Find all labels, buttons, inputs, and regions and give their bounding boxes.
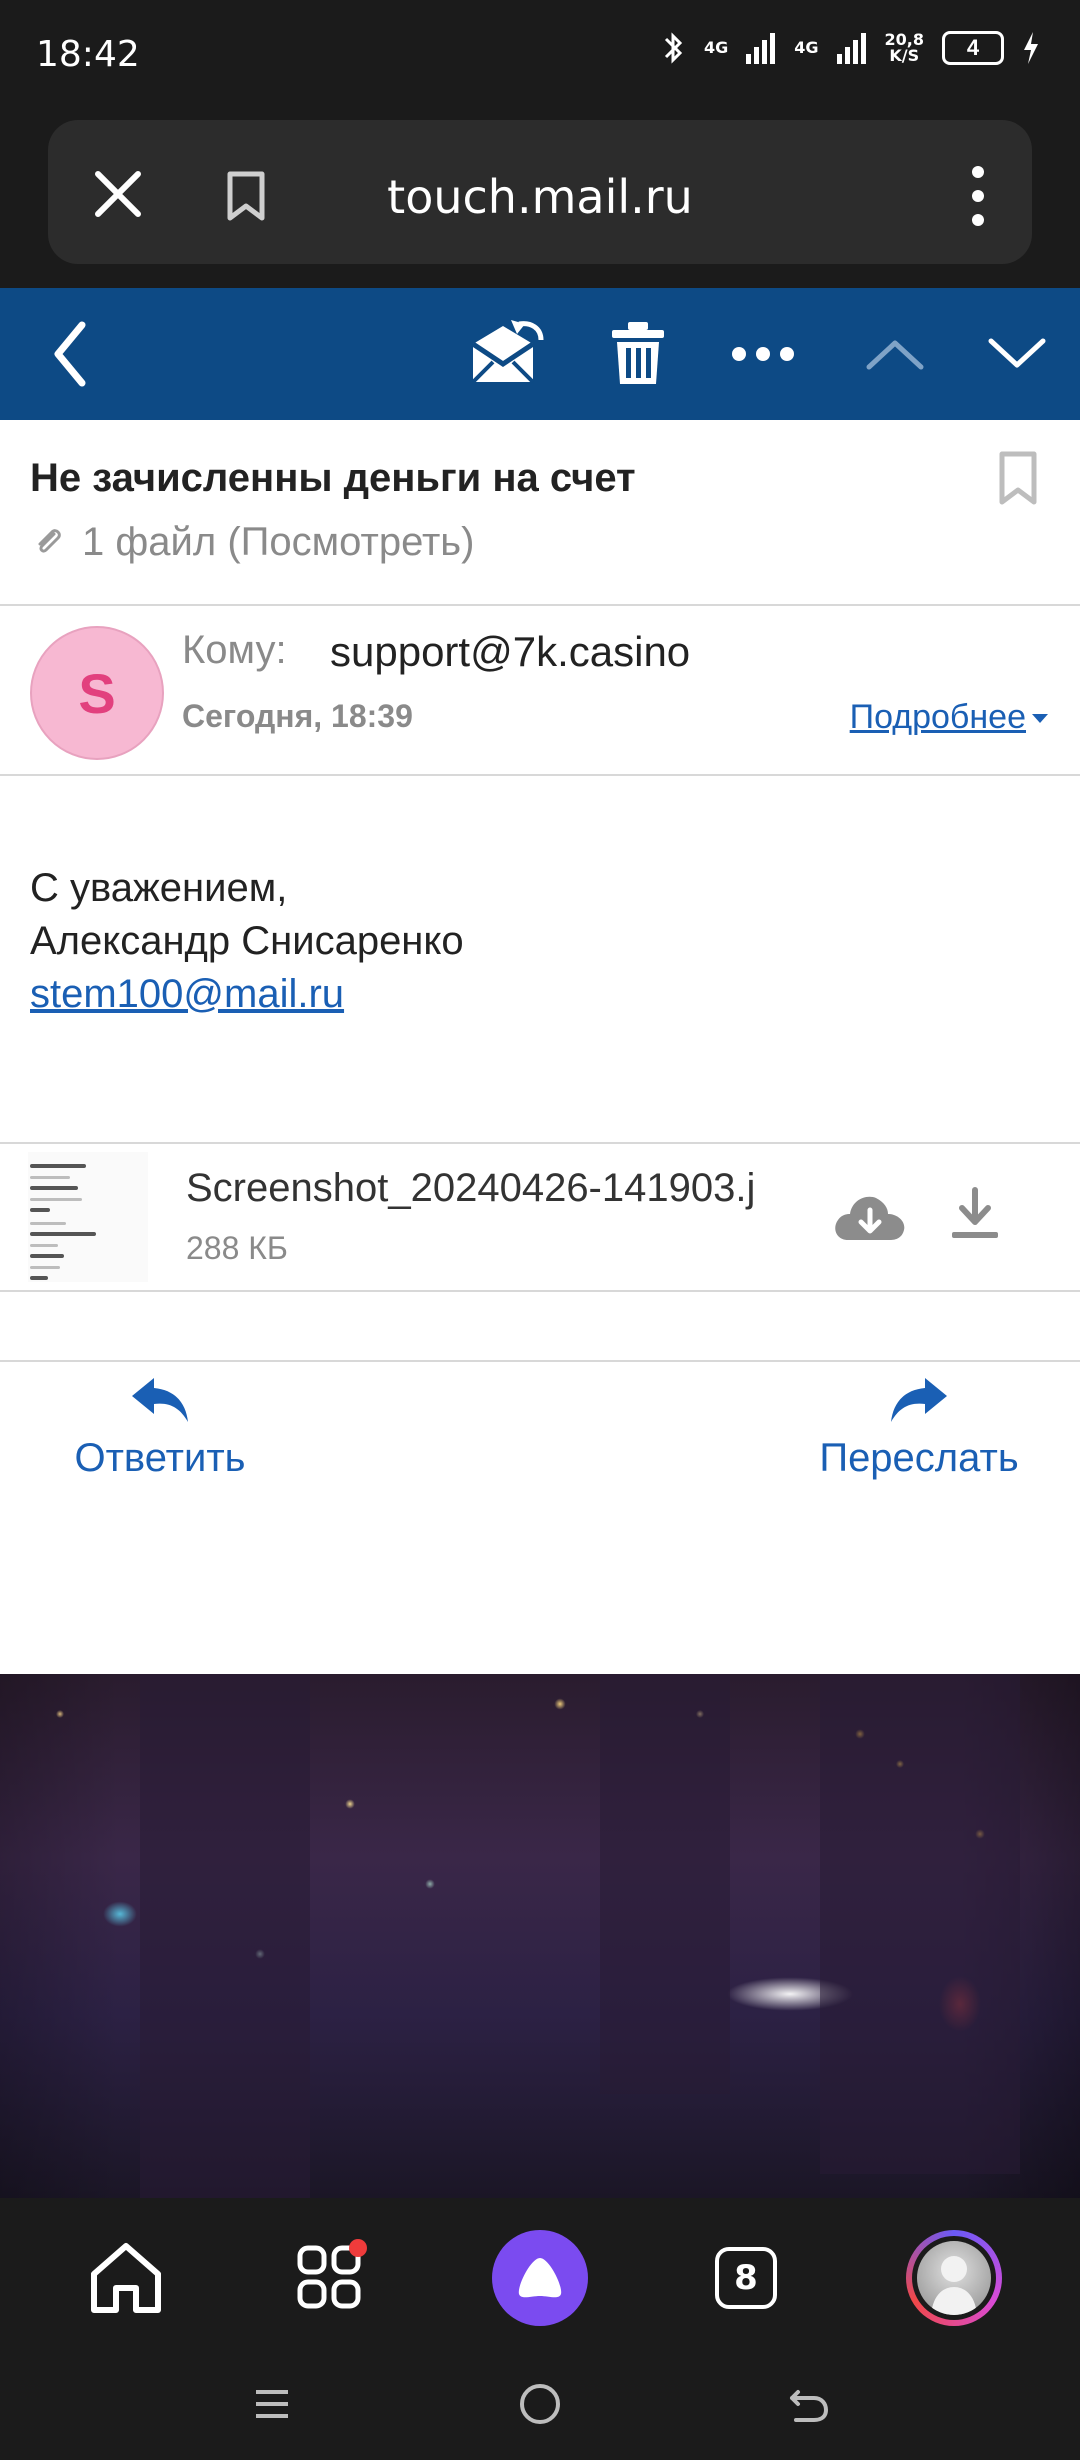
address-bar[interactable]: touch.mail.ru [48,120,1032,264]
sender-section: S Кому: support@7k.casino Сегодня, 18:39… [0,606,1080,776]
network-type-2: 4G [794,38,819,57]
speed-unit: K/S [889,46,920,65]
profile-button[interactable] [904,2228,1004,2328]
browser-bar: touch.mail.ru [0,110,1080,288]
reply-label: Ответить [74,1436,246,1480]
status-time: 18:42 [36,34,140,75]
signal-icon-2 [836,33,866,64]
home-circle-icon [520,2384,560,2424]
network-type-1: 4G [703,38,729,57]
tabs-button[interactable]: 8 [696,2228,796,2328]
back-button[interactable] [40,288,100,420]
url-text[interactable]: touch.mail.ru [48,170,1032,224]
chevron-down-icon [988,338,1046,368]
bluetooth-icon [664,32,683,64]
charging-icon [1024,32,1038,64]
system-navigation-bar [0,2348,1080,2460]
wallpaper-building [140,1674,310,2198]
back-arrow-icon [790,2390,828,2422]
avatar-letter: S [78,661,116,725]
battery-indicator: 4 [942,31,1004,65]
recent-apps-icon [256,2390,288,2418]
attachments-summary-text: 1 файл (Посмотреть) [82,520,475,564]
chevron-up-icon [866,340,924,370]
paperclip-icon [38,528,61,553]
save-to-cloud-icon[interactable] [830,1184,910,1254]
details-link-text: Подробнее [849,698,1026,736]
home-button[interactable] [76,2228,176,2328]
signal-icon-1 [746,33,776,64]
background-wallpaper [0,1674,1080,2198]
trash-icon [612,322,664,384]
wallpaper-building [820,1674,1020,2174]
forward-button[interactable]: Переслать [804,1376,1034,1481]
message-date: Сегодня, 18:39 [182,698,413,734]
message-subject: Не зачисленны деньги на счет [30,456,636,500]
services-grid-icon [297,2239,367,2309]
attachment-item[interactable]: Screenshot_20240426-141903.j 288 КБ [0,1142,1080,1292]
attachments-summary[interactable]: 1 файл (Посмотреть) [34,520,474,565]
mark-unread-icon [471,320,544,384]
avatar: S [30,626,164,760]
message-actions: Ответить Переслать [0,1360,1080,1520]
recent-apps-button[interactable] [242,2376,302,2432]
to-label: Кому: [182,628,287,672]
attachment-file-name[interactable]: Screenshot_20240426-141903.j [186,1166,826,1211]
back-icon [54,321,86,387]
alice-assistant-button[interactable] [490,2228,590,2328]
body-line-signature: Александр Снисаренко [30,919,464,963]
delete-button[interactable] [606,288,670,420]
previous-message-button[interactable] [860,288,930,420]
reply-icon [132,1378,188,1422]
home-system-button[interactable] [510,2376,570,2432]
attachment-thumbnail[interactable] [28,1152,148,1282]
body-line-regards: С уважением, [30,866,288,910]
status-icons: 4G 4G 20,8 K/S 4 [660,30,1040,66]
profile-avatar [906,2230,1002,2326]
details-link[interactable]: Подробнее [850,698,1048,737]
attachment-file-size: 288 КБ [186,1230,288,1266]
back-system-button[interactable] [778,2376,838,2432]
message-subject-section: Не зачисленны деньги на счет 1 файл (Пос… [0,420,1080,606]
caret-down-icon [1032,714,1048,723]
recipient-address[interactable]: support@7k.casino [330,628,690,676]
wallpaper-building [600,1674,730,2094]
alice-icon [492,2230,588,2326]
tabs-count: 8 [715,2247,777,2309]
signature-email-link[interactable]: stem100@mail.ru [30,972,344,1017]
more-icon [732,347,794,361]
network-speed: 20,8 K/S [885,32,924,64]
forward-icon [891,1378,947,1422]
status-bar: 18:42 4G 4G 20,8 K/S 4 [0,0,1080,110]
next-message-button[interactable] [982,288,1052,420]
forward-label: Переслать [819,1436,1019,1480]
reply-button[interactable]: Ответить [60,1376,260,1481]
services-button[interactable] [282,2228,382,2328]
mail-toolbar [0,288,1080,420]
browser-bottom-nav: 8 [0,2198,1080,2348]
mark-unread-button[interactable] [462,288,552,420]
message-body: С уважением, Александр Снисаренко stem10… [0,776,1080,1142]
battery-level: 4 [966,35,980,60]
more-button[interactable] [728,288,798,420]
file-name-fade [760,1158,830,1218]
download-icon[interactable] [940,1180,1010,1250]
menu-dots-icon[interactable] [968,164,988,228]
flag-bookmark-icon[interactable] [996,450,1040,506]
home-icon [91,2243,161,2313]
